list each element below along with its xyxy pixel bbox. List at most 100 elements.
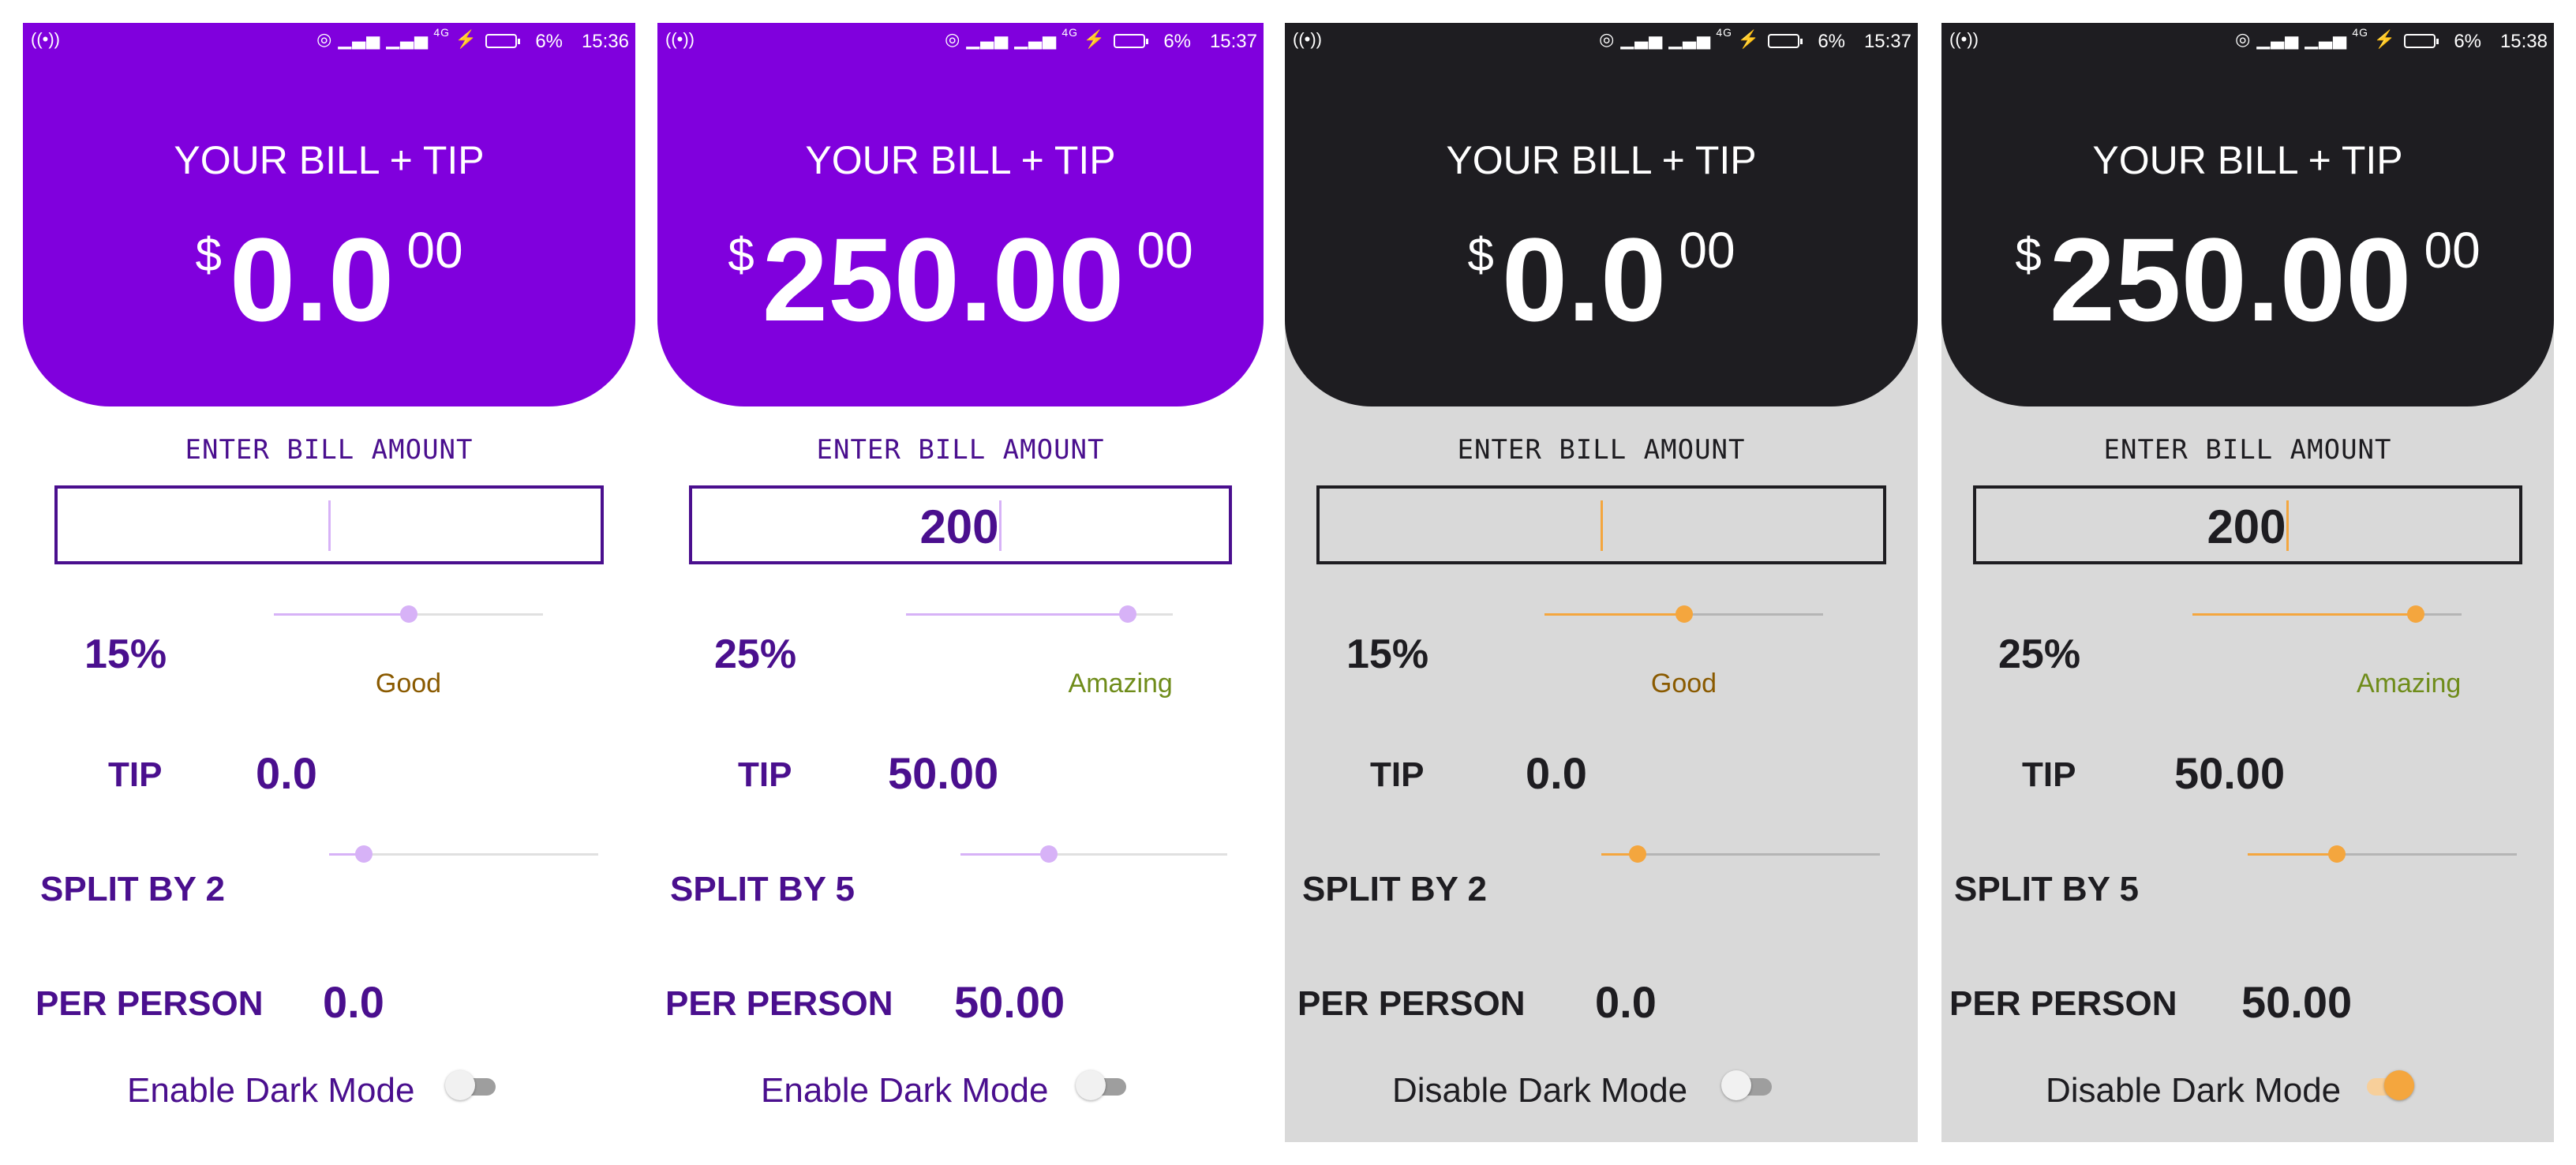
text-caret	[2286, 500, 2289, 551]
bill-amount-input[interactable]	[54, 485, 604, 564]
total-amount: $0.0 00	[1285, 220, 1918, 339]
slider-fill	[906, 613, 1128, 616]
per-person-value: 50.00	[954, 977, 1065, 1027]
phone-screen: ((•)) ◎ ▁▃▅ ▁▃▅ 4G ⚡ 6% 15:37 YOUR BILL …	[1285, 23, 1918, 1142]
total-value: 250.00	[2049, 213, 2412, 346]
network-type: 4G	[1061, 26, 1078, 39]
dark-mode-label: Disable Dark Mode	[2046, 1071, 2342, 1110]
slider-thumb[interactable]	[1039, 845, 1058, 863]
toggle-knob	[445, 1070, 475, 1100]
dark-mode-label: Enable Dark Mode	[127, 1071, 415, 1110]
header-title: YOUR BILL + TIP	[174, 138, 485, 182]
per-person-value: 0.0	[323, 977, 384, 1027]
dark-mode-toggle[interactable]	[1721, 1070, 1772, 1102]
battery-percent: 6%	[535, 31, 563, 52]
bill-amount-input[interactable]	[1316, 485, 1886, 564]
battery-percent: 6%	[1163, 31, 1191, 52]
tip-rating-label: Good	[1650, 669, 1717, 699]
split-label: SPLIT BY 2	[40, 870, 225, 908]
currency-symbol: $	[195, 228, 222, 281]
slider-thumb[interactable]	[2407, 605, 2425, 623]
split-slider[interactable]	[960, 845, 1227, 863]
tip-percent-value: 15%	[84, 631, 167, 677]
slider-thumb[interactable]	[1628, 845, 1646, 863]
slider-fill	[2192, 613, 2417, 616]
signal-icon: ◎ ▁▃▅ ▁▃▅	[2235, 29, 2347, 49]
bill-summary-header: ((•)) ◎ ▁▃▅ ▁▃▅ 4G ⚡ 6% 15:38 YOUR BILL …	[1941, 23, 2554, 406]
slider-fill	[960, 853, 1049, 856]
total-amount: $250.00 00	[1941, 220, 2554, 339]
total-value: 0.0	[229, 213, 395, 346]
hotspot-icon: ((•))	[665, 29, 695, 49]
slider-thumb[interactable]	[399, 605, 417, 623]
bill-amount-input[interactable]: 200	[1973, 485, 2522, 564]
tip-label: TIP	[738, 755, 792, 794]
dark-mode-label: Disable Dark Mode	[1392, 1071, 1688, 1110]
bill-amount-input[interactable]: 200	[689, 485, 1232, 564]
total-cents: 00	[2424, 222, 2481, 279]
tip-percent-value: 25%	[714, 631, 797, 677]
tip-value: 0.0	[1526, 748, 1587, 798]
slider-fill	[2248, 853, 2337, 856]
battery-percent: 6%	[2454, 31, 2481, 52]
charging-icon: ⚡	[1083, 29, 1106, 49]
currency-symbol: $	[2015, 228, 2042, 281]
per-person-value: 50.00	[2241, 977, 2353, 1027]
toggle-knob	[1076, 1070, 1106, 1100]
per-person-label: PER PERSON	[665, 984, 893, 1023]
header-title: YOUR BILL + TIP	[1446, 138, 1757, 182]
slider-thumb[interactable]	[355, 845, 373, 863]
status-bar: ((•)) ◎ ▁▃▅ ▁▃▅ 4G ⚡ 6% 15:37	[657, 23, 1264, 62]
tip-percent-slider[interactable]	[906, 605, 1173, 623]
charging-icon: ⚡	[1737, 29, 1760, 49]
split-slider[interactable]	[329, 845, 598, 863]
hotspot-icon: ((•))	[1949, 29, 1979, 49]
hotspot-icon: ((•))	[1293, 29, 1323, 49]
per-person-label: PER PERSON	[1949, 984, 2177, 1023]
status-bar: ((•)) ◎ ▁▃▅ ▁▃▅ 4G ⚡ 6% 15:36	[23, 23, 635, 62]
dark-mode-toggle[interactable]	[1076, 1070, 1126, 1102]
phone-screen: ((•)) ◎ ▁▃▅ ▁▃▅ 4G ⚡ 6% 15:36 YOUR BILL …	[23, 23, 635, 1142]
text-caret	[998, 500, 1002, 551]
currency-symbol: $	[728, 228, 754, 281]
tip-rating-label: Good	[375, 669, 442, 699]
per-person-label: PER PERSON	[1297, 984, 1526, 1023]
battery-icon	[485, 34, 520, 48]
signal-icon: ◎ ▁▃▅ ▁▃▅	[1599, 29, 1711, 49]
battery-icon	[1768, 34, 1803, 48]
tip-rating-label: Amazing	[2357, 669, 2462, 699]
tip-percent-slider[interactable]	[2192, 605, 2462, 623]
status-time: 15:37	[1209, 31, 1257, 52]
bill-summary-header: ((•)) ◎ ▁▃▅ ▁▃▅ 4G ⚡ 6% 15:37 YOUR BILL …	[1285, 23, 1918, 406]
per-person-label: PER PERSON	[36, 984, 264, 1023]
split-label: SPLIT BY 2	[1302, 870, 1487, 908]
split-slider[interactable]	[1601, 845, 1880, 863]
tip-label: TIP	[2022, 755, 2076, 794]
slider-thumb[interactable]	[1118, 605, 1136, 623]
dark-mode-toggle[interactable]	[445, 1070, 496, 1102]
bill-summary-header: ((•)) ◎ ▁▃▅ ▁▃▅ 4G ⚡ 6% 15:37 YOUR BILL …	[657, 23, 1264, 406]
charging-icon: ⚡	[2373, 29, 2396, 49]
bill-amount-label: ENTER BILL AMOUNT	[1457, 434, 1746, 466]
bill-amount-value: 200	[2207, 500, 2286, 553]
battery-icon	[1114, 34, 1148, 48]
split-slider[interactable]	[2248, 845, 2517, 863]
total-cents: 00	[1136, 222, 1193, 279]
dark-mode-toggle[interactable]	[2364, 1070, 2414, 1102]
network-type: 4G	[433, 26, 450, 39]
slider-thumb[interactable]	[1675, 605, 1693, 623]
header-title: YOUR BILL + TIP	[2092, 138, 2403, 182]
header-title: YOUR BILL + TIP	[805, 138, 1116, 182]
status-time: 15:38	[2499, 31, 2548, 52]
network-type: 4G	[2352, 26, 2368, 39]
tip-percent-slider[interactable]	[274, 605, 543, 623]
phone-screen: ((•)) ◎ ▁▃▅ ▁▃▅ 4G ⚡ 6% 15:37 YOUR BILL …	[657, 23, 1264, 1142]
tip-percent-slider[interactable]	[1544, 605, 1823, 623]
bill-amount-label: ENTER BILL AMOUNT	[2103, 434, 2392, 466]
tip-value: 50.00	[888, 748, 999, 798]
tip-percent-value: 25%	[1998, 631, 2081, 677]
battery-percent: 6%	[1818, 31, 1845, 52]
slider-thumb[interactable]	[2327, 845, 2346, 863]
split-label: SPLIT BY 5	[1954, 870, 2139, 908]
tip-rating-label: Amazing	[1068, 669, 1173, 699]
